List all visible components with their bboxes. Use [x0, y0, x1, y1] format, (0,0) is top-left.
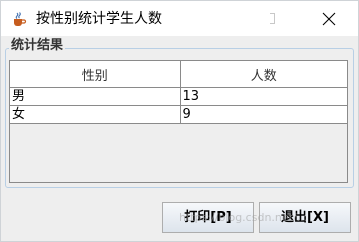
result-table[interactable]: 性别 人数 男 13 女 9	[10, 61, 347, 124]
result-table-scrollpane[interactable]: 性别 人数 男 13 女 9	[9, 60, 348, 183]
column-header-gender[interactable]: 性别	[10, 61, 181, 88]
column-header-count[interactable]: 人数	[180, 61, 347, 88]
title-bar[interactable]: 按性别统计学生人数	[1, 1, 358, 36]
print-button[interactable]: 打印[P]	[162, 202, 254, 233]
minimize-button[interactable]	[224, 1, 270, 36]
java-cup-icon	[11, 11, 27, 27]
window-title: 按性别统计学生人数	[36, 11, 162, 27]
exit-button[interactable]: 退出[X]	[259, 202, 351, 233]
table-row[interactable]: 男 13	[10, 87, 347, 106]
maximize-icon	[270, 13, 275, 24]
table-cell-count[interactable]: 9	[180, 105, 347, 124]
app-window: 按性别统计学生人数 统计结果 性别 人数 男 13 女 9 打印[P] 退出[X…	[0, 0, 359, 242]
close-icon	[322, 12, 336, 26]
table-cell-gender[interactable]: 男	[10, 87, 181, 106]
group-title: 统计结果	[9, 38, 66, 54]
table-header-row: 性别 人数	[10, 61, 347, 88]
minimize-icon	[242, 18, 252, 19]
table-row[interactable]: 女 9	[10, 105, 347, 124]
table-cell-count[interactable]: 13	[180, 87, 347, 106]
maximize-button[interactable]	[270, 1, 316, 36]
close-button[interactable]	[312, 1, 358, 36]
table-cell-gender[interactable]: 女	[10, 105, 181, 124]
